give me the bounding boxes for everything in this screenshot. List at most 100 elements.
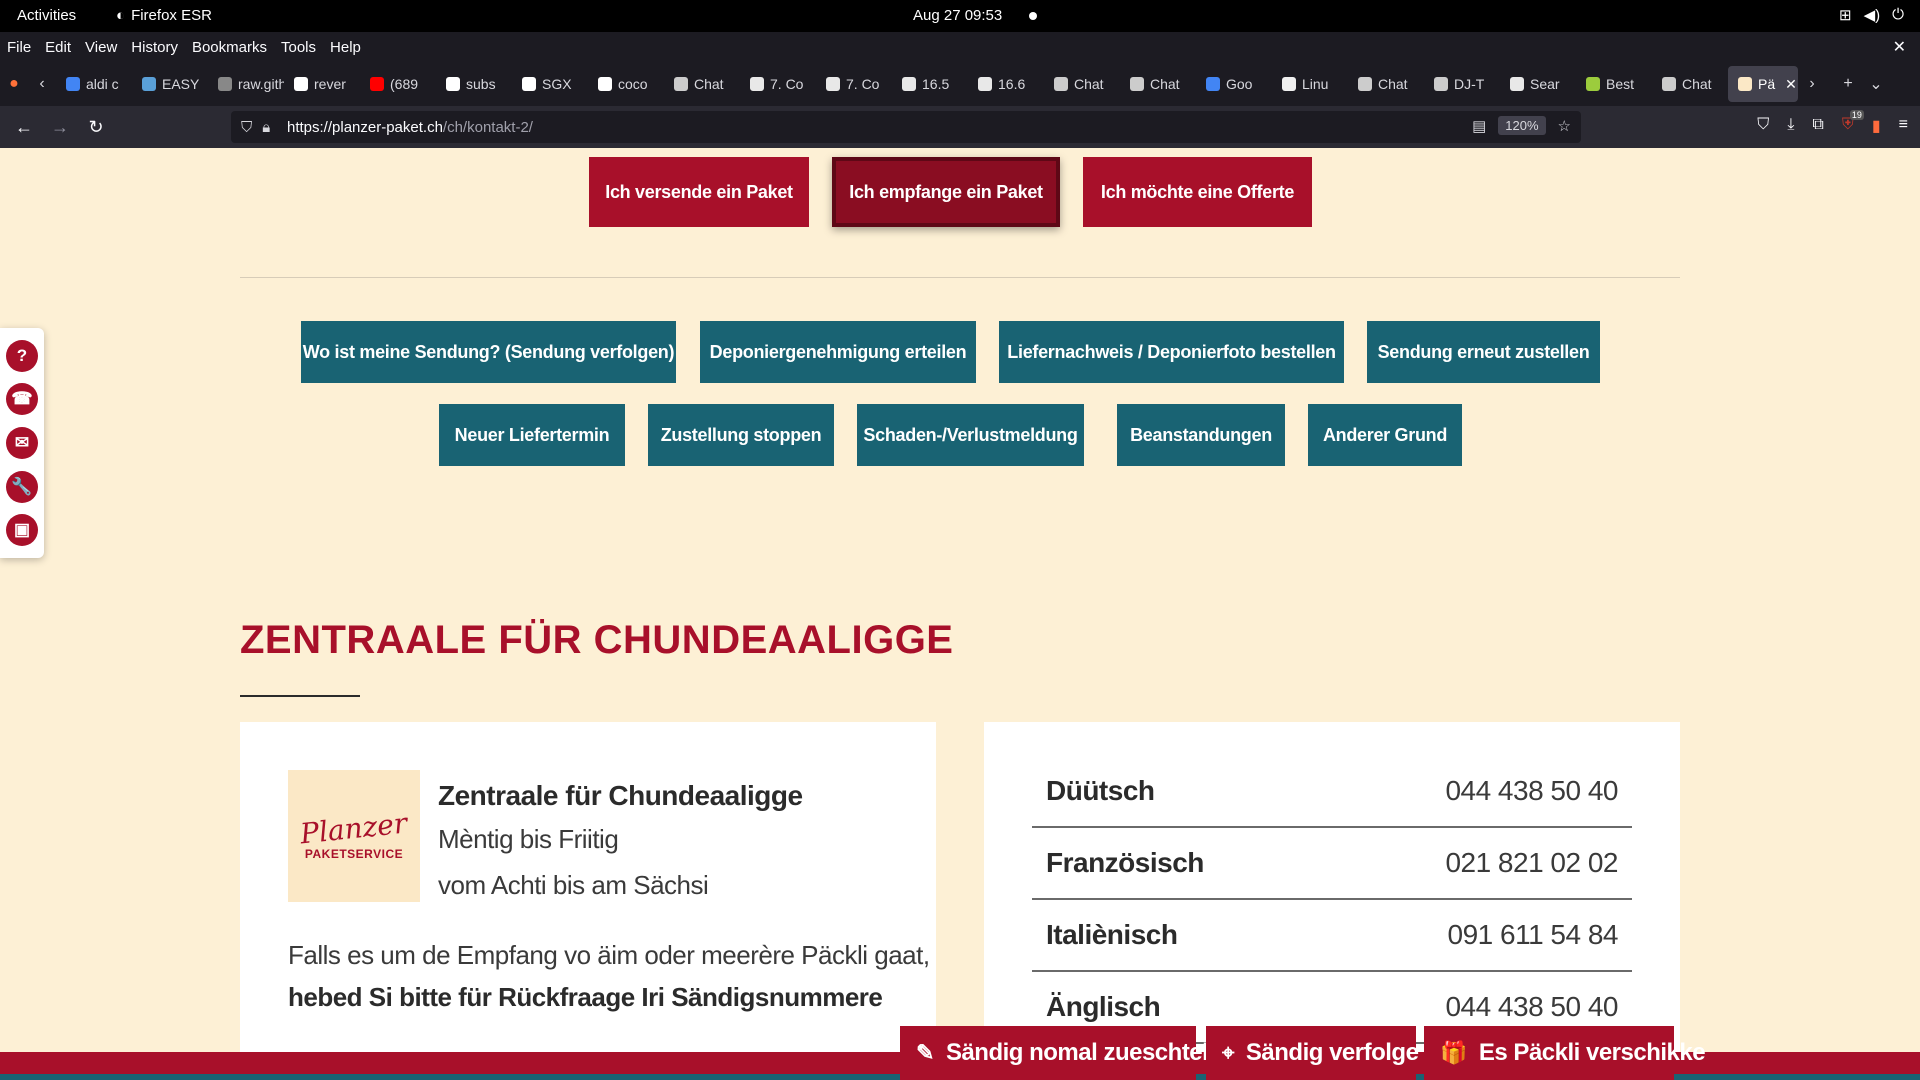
clock[interactable]: Aug 27 09:53 bbox=[913, 7, 1002, 24]
heading-underline bbox=[240, 695, 360, 697]
tab-scroll-right-icon[interactable]: › bbox=[1798, 75, 1826, 93]
tab-label: Chat bbox=[1682, 76, 1712, 92]
activities-button[interactable]: Activities bbox=[17, 7, 76, 24]
color-extension-icon[interactable]: ▮ bbox=[1872, 116, 1881, 136]
delivery-proof-button[interactable]: Liefernachweis / Deponierfoto bestellen bbox=[999, 321, 1344, 383]
tab[interactable]: 7. Co bbox=[816, 66, 892, 102]
tracking-shield-icon[interactable]: ⛉ bbox=[241, 119, 252, 136]
tab[interactable]: subs bbox=[436, 66, 512, 102]
phone-number[interactable]: 044 438 50 40 bbox=[1445, 775, 1618, 807]
send-package-button[interactable]: Ich versende ein Paket bbox=[589, 157, 809, 227]
track-shipment-bottom-button[interactable]: ⌖ Sändig verfolge bbox=[1206, 1026, 1419, 1080]
tab[interactable]: Chat bbox=[1120, 66, 1196, 102]
tab[interactable]: rever bbox=[284, 66, 360, 102]
redeliver-button[interactable]: Sendung erneut zustellen bbox=[1367, 321, 1600, 383]
help-icon[interactable]: ? bbox=[6, 339, 38, 372]
pocket-icon[interactable]: ⛉ bbox=[1757, 116, 1769, 136]
tab[interactable]: EASY bbox=[132, 66, 208, 102]
new-delivery-date-button[interactable]: Neuer Liefertermin bbox=[439, 404, 625, 466]
tab[interactable]: (689 bbox=[360, 66, 436, 102]
app-menu-icon[interactable]: ≡ bbox=[1899, 116, 1908, 136]
app-menu[interactable]: ◐ Firefox ESR bbox=[116, 7, 212, 24]
zoom-indicator[interactable]: 120% bbox=[1498, 116, 1546, 135]
damage-report-button[interactable]: Schaden-/Verlustmeldung bbox=[857, 404, 1084, 466]
briefcase-icon[interactable]: ▣ bbox=[6, 514, 38, 547]
phone-language: Änglisch bbox=[1046, 991, 1161, 1022]
tab-favicon-icon bbox=[1510, 77, 1524, 91]
extensions-icon[interactable]: ⧉ bbox=[1812, 116, 1823, 136]
tab[interactable]: Chat bbox=[664, 66, 740, 102]
tab[interactable]: 7. Co bbox=[740, 66, 816, 102]
phone-number[interactable]: 044 438 50 40 bbox=[1445, 991, 1618, 1023]
list-tabs-icon[interactable]: ⌄ bbox=[1862, 74, 1890, 94]
stop-delivery-button[interactable]: Zustellung stoppen bbox=[648, 404, 834, 466]
tab-active[interactable]: Pä ✕ bbox=[1728, 66, 1798, 102]
mail-icon[interactable]: ✉ bbox=[6, 426, 38, 459]
bookmark-star-icon[interactable]: ☆ bbox=[1558, 117, 1571, 135]
ublock-extension-icon[interactable]: ⛨ 19 bbox=[1842, 110, 1864, 136]
location-pin-icon: ⌖ bbox=[1222, 1040, 1234, 1065]
phone-number[interactable]: 091 611 54 84 bbox=[1448, 919, 1619, 951]
tab[interactable]: Linu bbox=[1272, 66, 1348, 102]
send-package-bottom-button[interactable]: 🎁 Es Päckli verschikke bbox=[1424, 1026, 1706, 1080]
reader-view-icon[interactable]: ▤ bbox=[1472, 117, 1486, 135]
tab-label: 7. Co bbox=[846, 76, 880, 92]
tab-favicon-icon bbox=[674, 77, 688, 91]
complaints-button[interactable]: Beanstandungen bbox=[1117, 404, 1285, 466]
tab[interactable]: Chat bbox=[1652, 66, 1728, 102]
tab[interactable]: Goo bbox=[1196, 66, 1272, 102]
forward-icon[interactable]: → bbox=[42, 117, 78, 138]
menu-help[interactable]: Help bbox=[330, 39, 361, 56]
menu-history[interactable]: History bbox=[131, 39, 178, 56]
redeliver-shipment-button[interactable]: ✎ Sändig nomal zueschtele bbox=[900, 1026, 1222, 1080]
downloads-icon[interactable]: ⤓ bbox=[1787, 116, 1794, 136]
phone-icon[interactable]: ☎ bbox=[6, 383, 38, 416]
bottom-button-label: Sändig nomal zueschtele bbox=[945, 1039, 1222, 1066]
track-shipment-button[interactable]: Wo ist meine Sendung? (Sendung verfolgen… bbox=[301, 321, 676, 383]
tab[interactable]: Chat bbox=[1044, 66, 1120, 102]
menu-tools[interactable]: Tools bbox=[281, 39, 316, 56]
tab-favicon-icon bbox=[1054, 77, 1068, 91]
tab[interactable]: Sear bbox=[1500, 66, 1576, 102]
url-bar[interactable]: ⛉ 🔒︎ https://planzer-paket.ch/ch/kontakt… bbox=[231, 111, 1581, 143]
gift-icon: 🎁 bbox=[1440, 1040, 1467, 1065]
tab-scroll-left-icon[interactable]: ‹ bbox=[28, 75, 56, 93]
tab[interactable]: 16.5 bbox=[892, 66, 968, 102]
tab[interactable]: raw.gith bbox=[208, 66, 284, 102]
firefox-view-icon[interactable]: ● bbox=[0, 75, 28, 93]
tab[interactable]: SGX bbox=[512, 66, 588, 102]
receive-package-button[interactable]: Ich empfange ein Paket bbox=[832, 157, 1060, 227]
request-offer-button[interactable]: Ich möchte eine Offerte bbox=[1083, 157, 1312, 227]
menu-bookmarks[interactable]: Bookmarks bbox=[192, 39, 267, 56]
tab-label: SGX bbox=[542, 76, 572, 92]
system-tray[interactable]: ⊞ ◀) ⏻ bbox=[1839, 6, 1904, 24]
reload-icon[interactable]: ↻ bbox=[78, 117, 114, 138]
menu-edit[interactable]: Edit bbox=[45, 39, 71, 56]
wrench-icon[interactable]: 🔧 bbox=[6, 470, 38, 503]
web-page: Ich versende ein Paket Ich empfange ein … bbox=[0, 148, 1920, 1080]
tab-label: Linu bbox=[1302, 76, 1329, 92]
tab[interactable]: aldi c bbox=[56, 66, 132, 102]
lock-icon[interactable]: 🔒︎ bbox=[262, 119, 270, 136]
tab[interactable]: DJ-T bbox=[1424, 66, 1500, 102]
extension-badge: 19 bbox=[1849, 110, 1864, 120]
hours-time: vom Achti bis am Sächsi bbox=[438, 870, 709, 900]
menu-view[interactable]: View bbox=[85, 39, 117, 56]
window-close-icon[interactable]: ✕ bbox=[1893, 37, 1906, 57]
tab[interactable]: coco bbox=[588, 66, 664, 102]
other-reason-button[interactable]: Anderer Grund bbox=[1308, 404, 1462, 466]
tab[interactable]: Best bbox=[1576, 66, 1652, 102]
power-icon: ⏻ bbox=[1892, 6, 1904, 23]
back-icon[interactable]: ← bbox=[6, 117, 42, 138]
tab-favicon-icon bbox=[1662, 77, 1676, 91]
phone-number[interactable]: 021 821 02 02 bbox=[1445, 847, 1618, 879]
network-icon: ⊞ bbox=[1839, 7, 1852, 24]
tab[interactable]: Chat bbox=[1348, 66, 1424, 102]
tab-label: Goo bbox=[1226, 76, 1253, 92]
tab-close-icon[interactable]: ✕ bbox=[1785, 76, 1797, 93]
menu-file[interactable]: File bbox=[7, 39, 31, 56]
deposit-permission-button[interactable]: Deponiergenehmigung erteilen bbox=[700, 321, 976, 383]
tab-favicon-icon bbox=[1206, 77, 1220, 91]
new-tab-icon[interactable]: + bbox=[1834, 75, 1862, 93]
tab[interactable]: 16.6 bbox=[968, 66, 1044, 102]
